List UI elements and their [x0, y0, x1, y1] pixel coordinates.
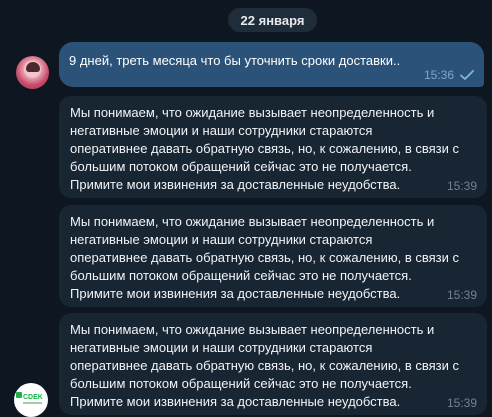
- message-line: Примите мои извинения за доставленные не…: [70, 394, 401, 409]
- date-separator-label: 22 января: [240, 12, 305, 28]
- message-line: Мы понимаем, что ожидание вызывает неопр…: [70, 105, 435, 120]
- incoming-message-time: 15:39: [446, 288, 477, 302]
- read-check-icon: [460, 70, 474, 80]
- user-avatar[interactable]: [16, 56, 49, 89]
- message-line: Мы понимаем, что ожидание вызывает неопр…: [70, 322, 435, 337]
- incoming-message-text: Мы понимаем, что ожидание вызывает неопр…: [70, 104, 481, 194]
- incoming-message[interactable]: Мы понимаем, что ожидание вызывает неопр…: [59, 96, 487, 198]
- cdek-avatar[interactable]: CDEK: [14, 383, 48, 417]
- incoming-message-time: 15:39: [446, 396, 477, 410]
- svg-text:CDEK: CDEK: [23, 394, 43, 401]
- message-line: оперативнее давать обратную связь, но, к…: [70, 358, 459, 373]
- incoming-message-text: Мы понимаем, что ожидание вызывает неопр…: [70, 321, 481, 411]
- message-line: Примите мои извинения за доставленные не…: [70, 286, 401, 301]
- outgoing-message-time: 15:36: [423, 68, 454, 82]
- message-line: негативные эмоции и наши сотрудники стар…: [70, 123, 373, 138]
- outgoing-message[interactable]: 9 дней, треть месяца что бы уточнить сро…: [59, 42, 484, 87]
- message-line: негативные эмоции и наши сотрудники стар…: [70, 340, 373, 355]
- message-line: Примите мои извинения за доставленные не…: [70, 177, 401, 192]
- message-line: большим потоком обращений сейчас это не …: [70, 159, 412, 174]
- incoming-message-time: 15:39: [446, 179, 477, 193]
- message-line: Мы понимаем, что ожидание вызывает неопр…: [70, 214, 435, 229]
- message-line: большим потоком обращений сейчас это не …: [70, 376, 412, 391]
- message-line: негативные эмоции и наши сотрудники стар…: [70, 232, 373, 247]
- date-separator: 22 января: [228, 8, 317, 32]
- message-line: оперативнее давать обратную связь, но, к…: [70, 250, 459, 265]
- outgoing-message-text: 9 дней, треть месяца что бы уточнить сро…: [69, 53, 401, 68]
- incoming-message[interactable]: Мы понимаем, что ожидание вызывает неопр…: [59, 313, 487, 415]
- cdek-logo-icon: CDEK: [16, 392, 43, 404]
- incoming-message[interactable]: Мы понимаем, что ожидание вызывает неопр…: [59, 205, 487, 307]
- incoming-message-text: Мы понимаем, что ожидание вызывает неопр…: [70, 213, 481, 303]
- message-line: оперативнее давать обратную связь, но, к…: [70, 141, 459, 156]
- message-line: большим потоком обращений сейчас это не …: [70, 268, 412, 283]
